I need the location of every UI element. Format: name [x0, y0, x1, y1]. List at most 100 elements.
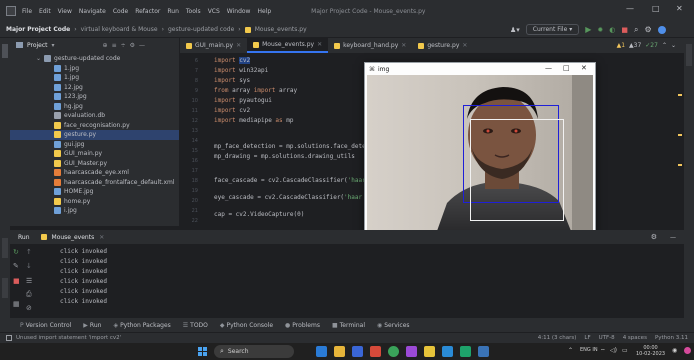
tab-mouse-events[interactable]: Mouse_events.py ✕	[247, 38, 329, 53]
tool-tab[interactable]: ● Problems	[285, 322, 320, 329]
run-console[interactable]: click invoked click invoked click invoked c…	[44, 244, 684, 318]
status-message[interactable]: Unused import statement 'import cv2'	[16, 335, 121, 341]
clock[interactable]: 00:00 10-02-2023	[636, 345, 665, 357]
menu-view[interactable]: View	[58, 8, 72, 15]
run-config-dropdown[interactable]: Current File ▾	[525, 24, 580, 35]
project-tool-icon[interactable]	[2, 44, 8, 58]
wifi-icon[interactable]: ⌔	[600, 347, 606, 355]
tab-gesture[interactable]: gesture.py ✕	[412, 38, 473, 53]
tree-file-item[interactable]: GUI_Master.py	[10, 159, 179, 169]
tree-file-item[interactable]: 123.jpg	[10, 92, 179, 102]
python-interpreter[interactable]: Python 3.11	[655, 335, 688, 341]
settings-icon[interactable]: ⚙	[130, 42, 135, 49]
minimize-button[interactable]: —	[545, 64, 552, 72]
breadcrumb-item[interactable]: Mouse_events.py	[255, 26, 307, 33]
app-logo-icon[interactable]	[6, 6, 16, 16]
run-panel-label[interactable]: Run	[18, 234, 30, 241]
menu-refactor[interactable]: Refactor	[135, 8, 160, 15]
tree-file-item[interactable]: HOME.jpg	[10, 187, 179, 197]
close-tab-icon[interactable]: ✕	[401, 42, 406, 49]
tree-file-item[interactable]: evaluation.db	[10, 111, 179, 121]
tree-file-item[interactable]: i.jpg	[10, 206, 179, 216]
tree-file-item[interactable]: hg.jpg	[10, 102, 179, 112]
security-icon[interactable]	[352, 346, 363, 357]
taskbar-search[interactable]: ⌕ Search	[214, 345, 294, 358]
close-tab-icon[interactable]: ✕	[462, 42, 467, 49]
clear-icon[interactable]: ⊘	[26, 304, 32, 312]
scroll-down-icon[interactable]: ↓	[26, 262, 32, 270]
img-window-titlebar[interactable]: ⌘ img	[365, 63, 595, 75]
tree-file-item[interactable]: gesture.py	[10, 130, 179, 140]
tree-folder[interactable]: ⌄ gesture-updated code	[10, 54, 179, 64]
tree-file-item[interactable]: gui.jpg	[10, 140, 179, 150]
tree-file-item[interactable]: face_recognisation.py	[10, 121, 179, 131]
settings-wrench-icon[interactable]: ✎	[13, 262, 19, 270]
notification-icon[interactable]: ◉	[672, 347, 677, 354]
tool-tab[interactable]: ◈ Python Packages	[113, 322, 170, 329]
line-separator[interactable]: LF	[584, 335, 590, 341]
locate-icon[interactable]: ⊕	[103, 42, 108, 49]
start-button[interactable]	[198, 347, 207, 356]
img-window[interactable]: ⌘ img — □ ✕	[364, 62, 596, 234]
color-circle-icon[interactable]	[684, 347, 691, 354]
close-tab-icon[interactable]: ✕	[236, 42, 241, 49]
menu-code[interactable]: Code	[113, 8, 128, 15]
run-config-tab[interactable]: Mouse_events	[52, 234, 95, 241]
chevron-up-icon[interactable]: ⌃	[662, 42, 667, 49]
app-icon-purple[interactable]	[406, 346, 417, 357]
file-encoding[interactable]: UTF-8	[599, 335, 615, 341]
bookmarks-tool-icon[interactable]	[2, 238, 8, 258]
jetbrains-logo-icon[interactable]	[657, 25, 666, 34]
menu-run[interactable]: Run	[167, 8, 179, 15]
file-explorer-icon[interactable]	[334, 346, 345, 357]
expand-icon[interactable]: ÷	[121, 42, 126, 49]
scrollbar-marker[interactable]	[678, 94, 682, 96]
tab-keyboard-hand[interactable]: keyboard_hand.py ✕	[328, 38, 412, 53]
collapse-all-icon[interactable]: ≡	[112, 42, 117, 49]
battery-icon[interactable]: ▭	[622, 347, 628, 354]
debug-icon[interactable]: ✹	[597, 26, 603, 34]
python-icon[interactable]	[478, 346, 489, 357]
close-tab-icon[interactable]: ✕	[99, 234, 104, 241]
menu-edit[interactable]: Edit	[39, 8, 51, 15]
close-tab-icon[interactable]: ✕	[317, 41, 322, 48]
rerun-icon[interactable]: ↻	[13, 248, 19, 256]
tree-file-item[interactable]: haarcascade_eye.xml	[10, 168, 179, 178]
project-panel-title[interactable]: Project	[27, 42, 48, 49]
search-everywhere-icon[interactable]: ⌕	[634, 25, 638, 35]
tree-file-item[interactable]: 1.jpg	[10, 64, 179, 74]
tool-tab[interactable]: P Version Control	[20, 322, 71, 329]
tree-file-item[interactable]: 1.jpg	[10, 73, 179, 83]
app-icon-red[interactable]	[370, 346, 381, 357]
hide-panel-icon[interactable]: —	[670, 234, 676, 241]
status-toggle-icon[interactable]	[6, 335, 12, 341]
app-icon-yellow[interactable]	[424, 346, 435, 357]
breadcrumb-item[interactable]: virtual keyboard & Mouse	[81, 26, 158, 33]
tab-gui-main[interactable]: GUI_main.py ✕	[180, 38, 247, 53]
inspection-widget[interactable]: ▲1 ▲37 ✓27 ⌃ ⌄	[617, 38, 676, 53]
menu-file[interactable]: File	[22, 8, 32, 15]
run-icon[interactable]: ▶	[585, 25, 591, 34]
settings-icon[interactable]: ⚙	[651, 233, 657, 241]
tool-tab[interactable]: ■ Terminal	[332, 322, 365, 329]
close-button[interactable]: ✕	[676, 4, 683, 13]
tool-tab[interactable]: ▶ Run	[83, 322, 101, 329]
menu-window[interactable]: Window	[227, 8, 251, 15]
vscode-icon[interactable]	[316, 346, 327, 357]
menu-tools[interactable]: Tools	[186, 8, 201, 15]
settings-icon[interactable]: ⚙	[644, 25, 651, 34]
scrollbar-marker[interactable]	[678, 164, 682, 166]
close-button[interactable]: ✕	[581, 64, 587, 72]
breadcrumb-item[interactable]: gesture-updated code	[168, 26, 234, 33]
maximize-button[interactable]: □	[652, 4, 660, 13]
caret-position[interactable]: 4:11 (3 chars)	[538, 335, 577, 341]
pycharm-icon[interactable]	[460, 346, 471, 357]
chevron-down-icon[interactable]: ⌄	[671, 42, 676, 49]
layout-icon[interactable]: ▦	[13, 300, 20, 308]
indent-setting[interactable]: 4 spaces	[623, 335, 647, 341]
menu-help[interactable]: Help	[257, 8, 271, 15]
tray-chevron-icon[interactable]: ⌃	[568, 347, 573, 354]
hide-panel-icon[interactable]: —	[139, 42, 145, 49]
minimize-button[interactable]: —	[626, 4, 634, 13]
maximize-button[interactable]: □	[563, 64, 570, 72]
